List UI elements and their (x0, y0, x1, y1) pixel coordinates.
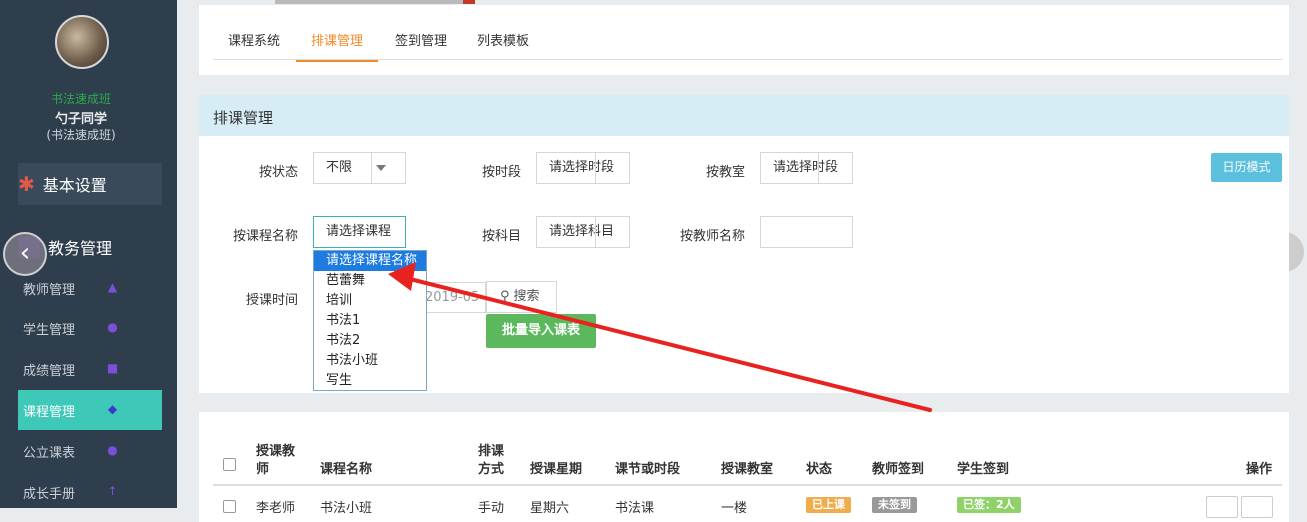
arrow-head (388, 262, 416, 291)
annotation-arrow (388, 262, 932, 412)
arrow-shaft (400, 275, 932, 412)
